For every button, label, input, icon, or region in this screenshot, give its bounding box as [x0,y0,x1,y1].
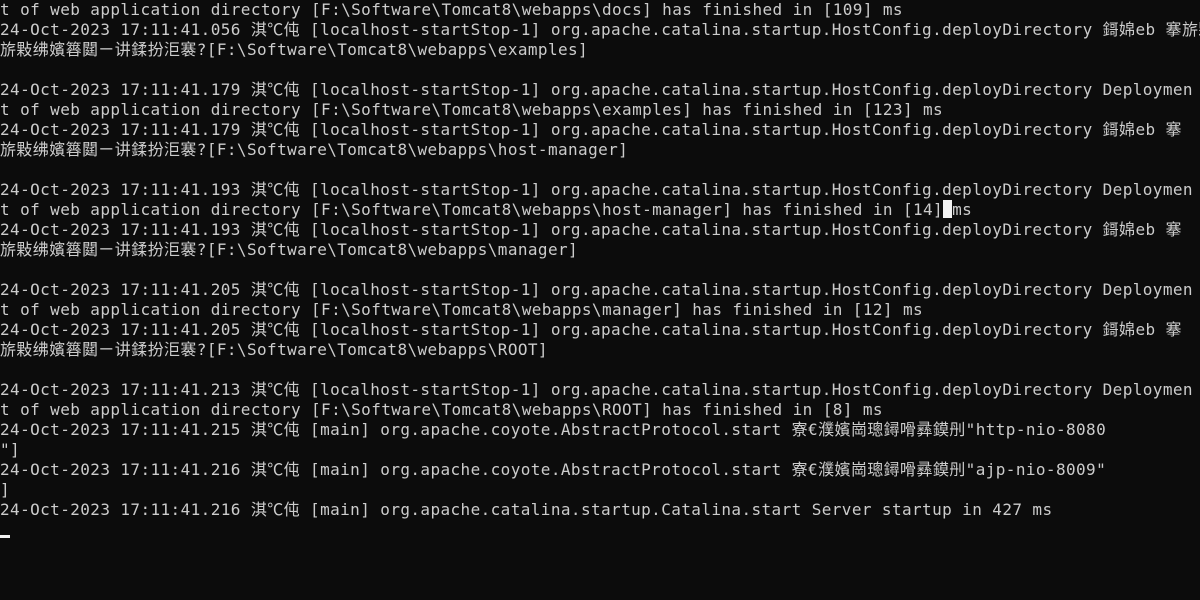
log-line: 24-Oct-2023 17:11:41.213 淇℃伅 [localhost-… [0,380,1193,399]
log-line: 24-Oct-2023 17:11:41.216 淇℃伅 [main] org.… [0,500,1053,519]
log-line: 24-Oct-2023 17:11:41.179 淇℃伅 [localhost-… [0,80,1193,99]
log-line-text: t of web application directory [F:\Softw… [0,200,944,219]
log-line: 24-Oct-2023 17:11:41.056 淇℃伅 [localhost-… [0,20,1200,39]
selection-cursor [943,200,953,218]
log-line: 24-Oct-2023 17:11:41.193 淇℃伅 [localhost-… [0,220,1182,239]
log-line: 旂敤绋嬪簭閮ㄧ讲鍒扮洰褰?[F:\Software\Tomcat8\webapp… [0,140,629,159]
log-line: t of web application directory [F:\Softw… [0,0,903,19]
log-line: t of web application directory [F:\Softw… [0,300,924,319]
log-line: 旂敤绋嬪簭閮ㄧ讲鍒扮洰褰?[F:\Software\Tomcat8\webapp… [0,240,579,259]
log-line: t of web application directory [F:\Softw… [0,400,883,419]
log-line: ] [0,480,11,499]
log-line: 24-Oct-2023 17:11:41.193 淇℃伅 [localhost-… [0,180,1193,199]
text-cursor [0,535,10,538]
log-line: 旂敤绋嬪簭閮ㄧ讲鍒扮洰褰?[F:\Software\Tomcat8\webapp… [0,40,589,59]
log-line: 24-Oct-2023 17:11:41.179 淇℃伅 [localhost-… [0,120,1182,139]
log-line: 24-Oct-2023 17:11:41.215 淇℃伅 [main] org.… [0,420,1107,439]
log-output: t of web application directory [F:\Softw… [0,0,1200,520]
log-line: "] [0,440,21,459]
log-line: 24-Oct-2023 17:11:41.216 淇℃伅 [main] org.… [0,460,1107,479]
log-line: 24-Oct-2023 17:11:41.205 淇℃伅 [localhost-… [0,320,1182,339]
log-line: 旂敤绋嬪簭閮ㄧ讲鍒扮洰褰?[F:\Software\Tomcat8\webapp… [0,340,548,359]
log-line-suffix: ms [952,200,973,219]
log-line: 24-Oct-2023 17:11:41.205 淇℃伅 [localhost-… [0,280,1193,299]
log-line: t of web application directory [F:\Softw… [0,100,944,119]
terminal-window[interactable]: t of web application directory [F:\Softw… [0,0,1200,600]
log-line-with-cursor: t of web application directory [F:\Softw… [0,200,1200,220]
